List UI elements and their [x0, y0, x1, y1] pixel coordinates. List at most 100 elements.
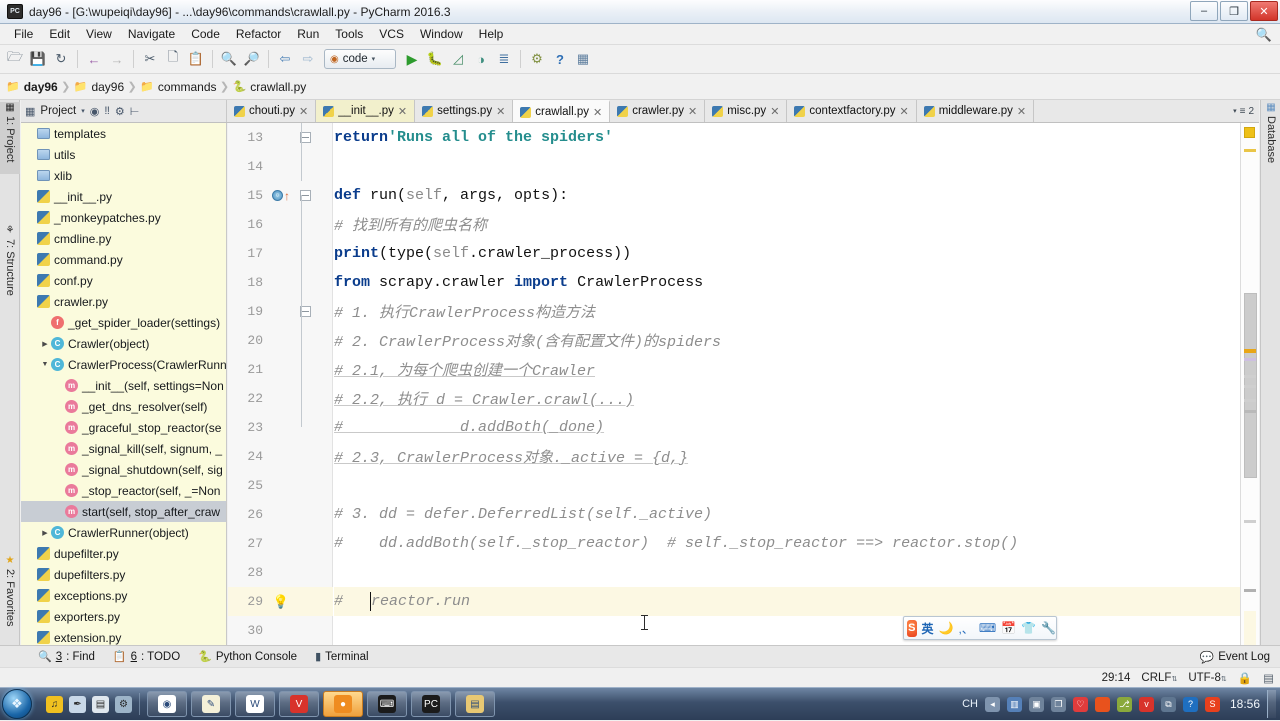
breadcrumb-item-1[interactable]: 📁 day96 [74, 80, 124, 94]
hide-icon[interactable]: ⊢ [130, 105, 140, 118]
taskbar-button[interactable]: W [235, 691, 275, 717]
tree-item[interactable]: dupefilters.py [21, 564, 226, 585]
code-line[interactable]: from scrapy.crawler import CrawlerProces… [334, 268, 1240, 297]
code-line[interactable] [334, 616, 1240, 645]
tree-item[interactable]: m _graceful_stop_reactor(se [21, 417, 226, 438]
gutter-line[interactable]: 28 [228, 558, 333, 587]
volume-icon[interactable]: ◂ [984, 696, 1000, 712]
sync-icon[interactable]: ↻ [50, 48, 72, 70]
close-icon[interactable]: ✕ [593, 106, 602, 119]
forward-icon[interactable]: ⇨ [297, 48, 319, 70]
menu-refactor[interactable]: Refactor [228, 25, 289, 43]
skin-icon[interactable]: 👕 [1021, 621, 1036, 635]
help-icon[interactable]: ? [549, 48, 571, 70]
menu-edit[interactable]: Edit [41, 25, 78, 43]
breadcrumb-item-0[interactable]: 📁 day96 [6, 80, 58, 94]
code-line[interactable]: # dd.addBoth(self._stop_reactor) # self.… [334, 529, 1240, 558]
tree-item[interactable]: xlib [21, 165, 226, 186]
replace-icon[interactable]: 🔎 [241, 48, 263, 70]
event-log-button[interactable]: 💬 Event Log [1200, 646, 1270, 668]
breadcrumb-item-2[interactable]: 📁 commands [140, 80, 216, 94]
project-tree[interactable]: templates utils xlib __init__.py _monkeypatc… [21, 123, 227, 645]
stripe-warning-marker[interactable] [1244, 127, 1255, 138]
close-icon[interactable]: ✕ [299, 105, 308, 118]
gutter-line[interactable]: 19 [228, 297, 333, 326]
tree-item[interactable]: command.py [21, 249, 226, 270]
tool-icon[interactable]: ⚙ [115, 695, 132, 713]
editor-gutter[interactable]: 13 14 15 ○ ↑ 16 17 18 19 20 21 22 23 24 25 26 27 28 29 💡 30 [228, 123, 333, 645]
tab-misc-py[interactable]: misc.py ✕ [705, 100, 788, 122]
help-icon[interactable]: ? [1182, 696, 1198, 712]
menu-view[interactable]: View [78, 25, 120, 43]
search-everywhere-icon[interactable]: 🔍 [1256, 27, 1272, 43]
code-line[interactable] [334, 152, 1240, 181]
tree-item[interactable]: exporters.py [21, 606, 226, 627]
gutter-line[interactable]: 30 [228, 616, 333, 645]
tree-item[interactable]: f _get_spider_loader(settings) [21, 312, 226, 333]
sidebar-item-project[interactable]: ▦ 1: Project [0, 102, 20, 174]
close-icon[interactable]: ✕ [398, 105, 407, 118]
lock-icon[interactable]: 🔒 [1238, 671, 1252, 685]
tree-item[interactable]: dupefilter.py [21, 543, 226, 564]
comma-icon[interactable]: ,、 [958, 620, 973, 637]
code-line[interactable]: # 找到所有的爬虫名称 [334, 210, 1240, 239]
gutter-line[interactable]: 16 [228, 210, 333, 239]
database-icon[interactable]: ▦ [572, 48, 594, 70]
tools-icon[interactable]: 🔧 [1041, 621, 1056, 635]
menu-tools[interactable]: Tools [327, 25, 371, 43]
tree-item[interactable]: extension.py [21, 627, 226, 645]
shield-tray-icon[interactable]: ♡ [1072, 696, 1088, 712]
gutter-line[interactable]: 22 [228, 384, 333, 413]
gutter-line[interactable]: 21 [228, 355, 333, 384]
save-all-icon[interactable]: 💾 [27, 48, 49, 70]
tab-overflow[interactable]: ▾ ≡ 2 [1228, 100, 1259, 122]
gutter-line[interactable]: 17 [228, 239, 333, 268]
menu-window[interactable]: Window [412, 25, 471, 43]
maximize-button[interactable]: ❐ [1220, 1, 1248, 21]
menu-help[interactable]: Help [471, 25, 512, 43]
code-line[interactable]: # 1. 执行CrawlerProcess构造方法 [334, 297, 1240, 326]
taskbar-button[interactable]: V [279, 691, 319, 717]
vivaldi-tray-icon[interactable]: v [1138, 696, 1154, 712]
tree-item[interactable]: m start(self, stop_after_craw [21, 501, 226, 522]
sogou-icon[interactable]: S [1204, 696, 1220, 712]
tree-item[interactable]: conf.py [21, 270, 226, 291]
taskbar-clock[interactable]: 18:56 [1230, 697, 1260, 711]
tool-window-todo[interactable]: 📋 6 : TODO [113, 650, 180, 664]
gutter-line[interactable]: 26 [228, 500, 333, 529]
menu-run[interactable]: Run [289, 25, 327, 43]
gutter-line[interactable]: 18 [228, 268, 333, 297]
tab-init-py[interactable]: __init__.py ✕ [316, 100, 416, 122]
intention-bulb-icon[interactable]: 💡 [273, 594, 289, 610]
tree-item[interactable]: _monkeypatches.py [21, 207, 226, 228]
undo-icon[interactable]: ← [83, 48, 105, 70]
inspection-icon[interactable]: ▤ [1263, 671, 1274, 685]
taskbar-button[interactable]: ◉ [147, 691, 187, 717]
settings-icon[interactable]: ⚙ [115, 105, 125, 118]
cut-icon[interactable]: ✂ [139, 48, 161, 70]
moon-icon[interactable]: 🌙 [939, 621, 954, 635]
tools-tray-icon[interactable]: ⎇ [1116, 696, 1132, 712]
gutter-line[interactable]: 29 💡 [228, 587, 333, 616]
debug-icon[interactable]: 🐛 [424, 48, 446, 70]
calendar-icon[interactable]: 📅 [1001, 621, 1016, 635]
override-marker-icon[interactable]: ○ [272, 190, 283, 201]
tab-middleware-py[interactable]: middleware.py ✕ [916, 100, 1035, 122]
ime-toolbar[interactable]: S 英 🌙 ,、 ⌨ 📅 👕 🔧 [903, 616, 1057, 640]
back-icon[interactable]: ⇦ [274, 48, 296, 70]
find-icon[interactable]: 🔍 [218, 48, 240, 70]
code-line[interactable]: # d.addBoth(_done) [334, 413, 1240, 442]
gutter-line[interactable]: 20 [228, 326, 333, 355]
code-line[interactable]: # 2.3, CrawlerProcess对象._active = {d,} [334, 442, 1240, 471]
tree-item[interactable]: m _stop_reactor(self, _=Non [21, 480, 226, 501]
close-icon[interactable]: ✕ [899, 105, 908, 118]
project-view-icon[interactable]: ▦ [25, 105, 35, 118]
close-button[interactable]: ✕ [1250, 1, 1278, 21]
tool-window-terminal[interactable]: ▮ Terminal [315, 650, 369, 664]
tree-item[interactable]: ▶ C CrawlerRunner(object) [21, 522, 226, 543]
menu-file[interactable]: File [6, 25, 41, 43]
code-editor[interactable]: 13 14 15 ○ ↑ 16 17 18 19 20 21 22 23 24 25 26 27 28 29 💡 30 … [228, 123, 1240, 645]
close-icon[interactable]: ✕ [496, 105, 505, 118]
close-icon[interactable]: ✕ [1017, 105, 1026, 118]
tool-window-python-console[interactable]: 🐍 Python Console [198, 650, 297, 664]
